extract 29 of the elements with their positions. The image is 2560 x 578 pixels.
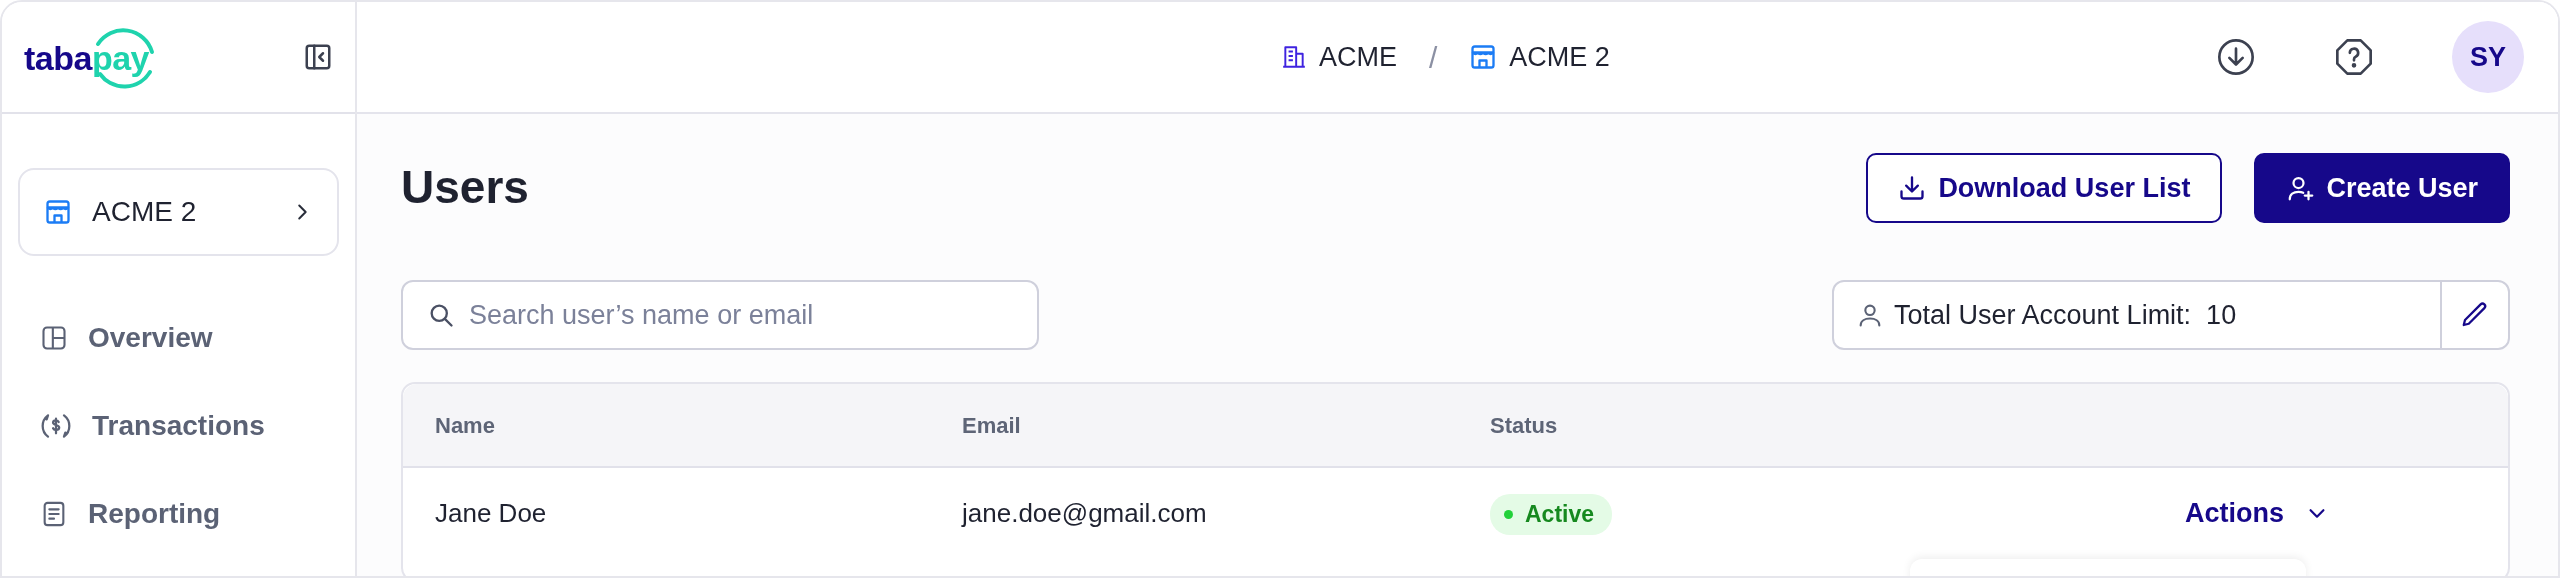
layout-icon	[40, 324, 68, 352]
table-cell-text: Jane Doe	[435, 496, 548, 530]
sidebar-item[interactable]: Overview	[2, 294, 355, 382]
search-field[interactable]: Search user’s name or email	[401, 280, 1039, 350]
column-header: Email	[962, 411, 1022, 440]
breadcrumb-link[interactable]: ACME 2	[1469, 36, 1610, 78]
sidebar-item[interactable]: Reporting	[2, 470, 355, 558]
collapse-sidebar-icon[interactable]	[303, 42, 333, 72]
download-icon	[1898, 174, 1927, 202]
download-icon[interactable]	[2216, 37, 2256, 77]
help-icon[interactable]	[2334, 37, 2374, 77]
table-cell-text: jane.doe@gmail.com	[962, 496, 1208, 530]
organization-selector[interactable]: ACME 2	[18, 168, 339, 256]
column-header: Name	[435, 411, 496, 440]
account-limit-text: Total User Account Limit: 10	[1894, 298, 2237, 332]
download-user-list-button[interactable]: Download User List	[1866, 153, 2223, 223]
sidebar-item[interactable]: Transactions	[2, 382, 355, 470]
breadcrumb-link[interactable]: ACME	[1281, 36, 1397, 78]
store-icon	[44, 198, 72, 226]
logo: tabapay	[24, 22, 164, 92]
store-icon	[1469, 43, 1498, 71]
breadcrumb-separator: /	[1429, 39, 1438, 76]
page-title: Users	[401, 160, 529, 216]
actions-dropdown[interactable]: Actions	[2185, 492, 2328, 534]
building-icon	[1281, 43, 1307, 71]
user-avatar[interactable]: SY	[2452, 21, 2524, 93]
column-header: Status	[1490, 411, 1559, 440]
create-user-button[interactable]: Create User	[2254, 153, 2510, 223]
status-badge: Active	[1490, 494, 1613, 535]
